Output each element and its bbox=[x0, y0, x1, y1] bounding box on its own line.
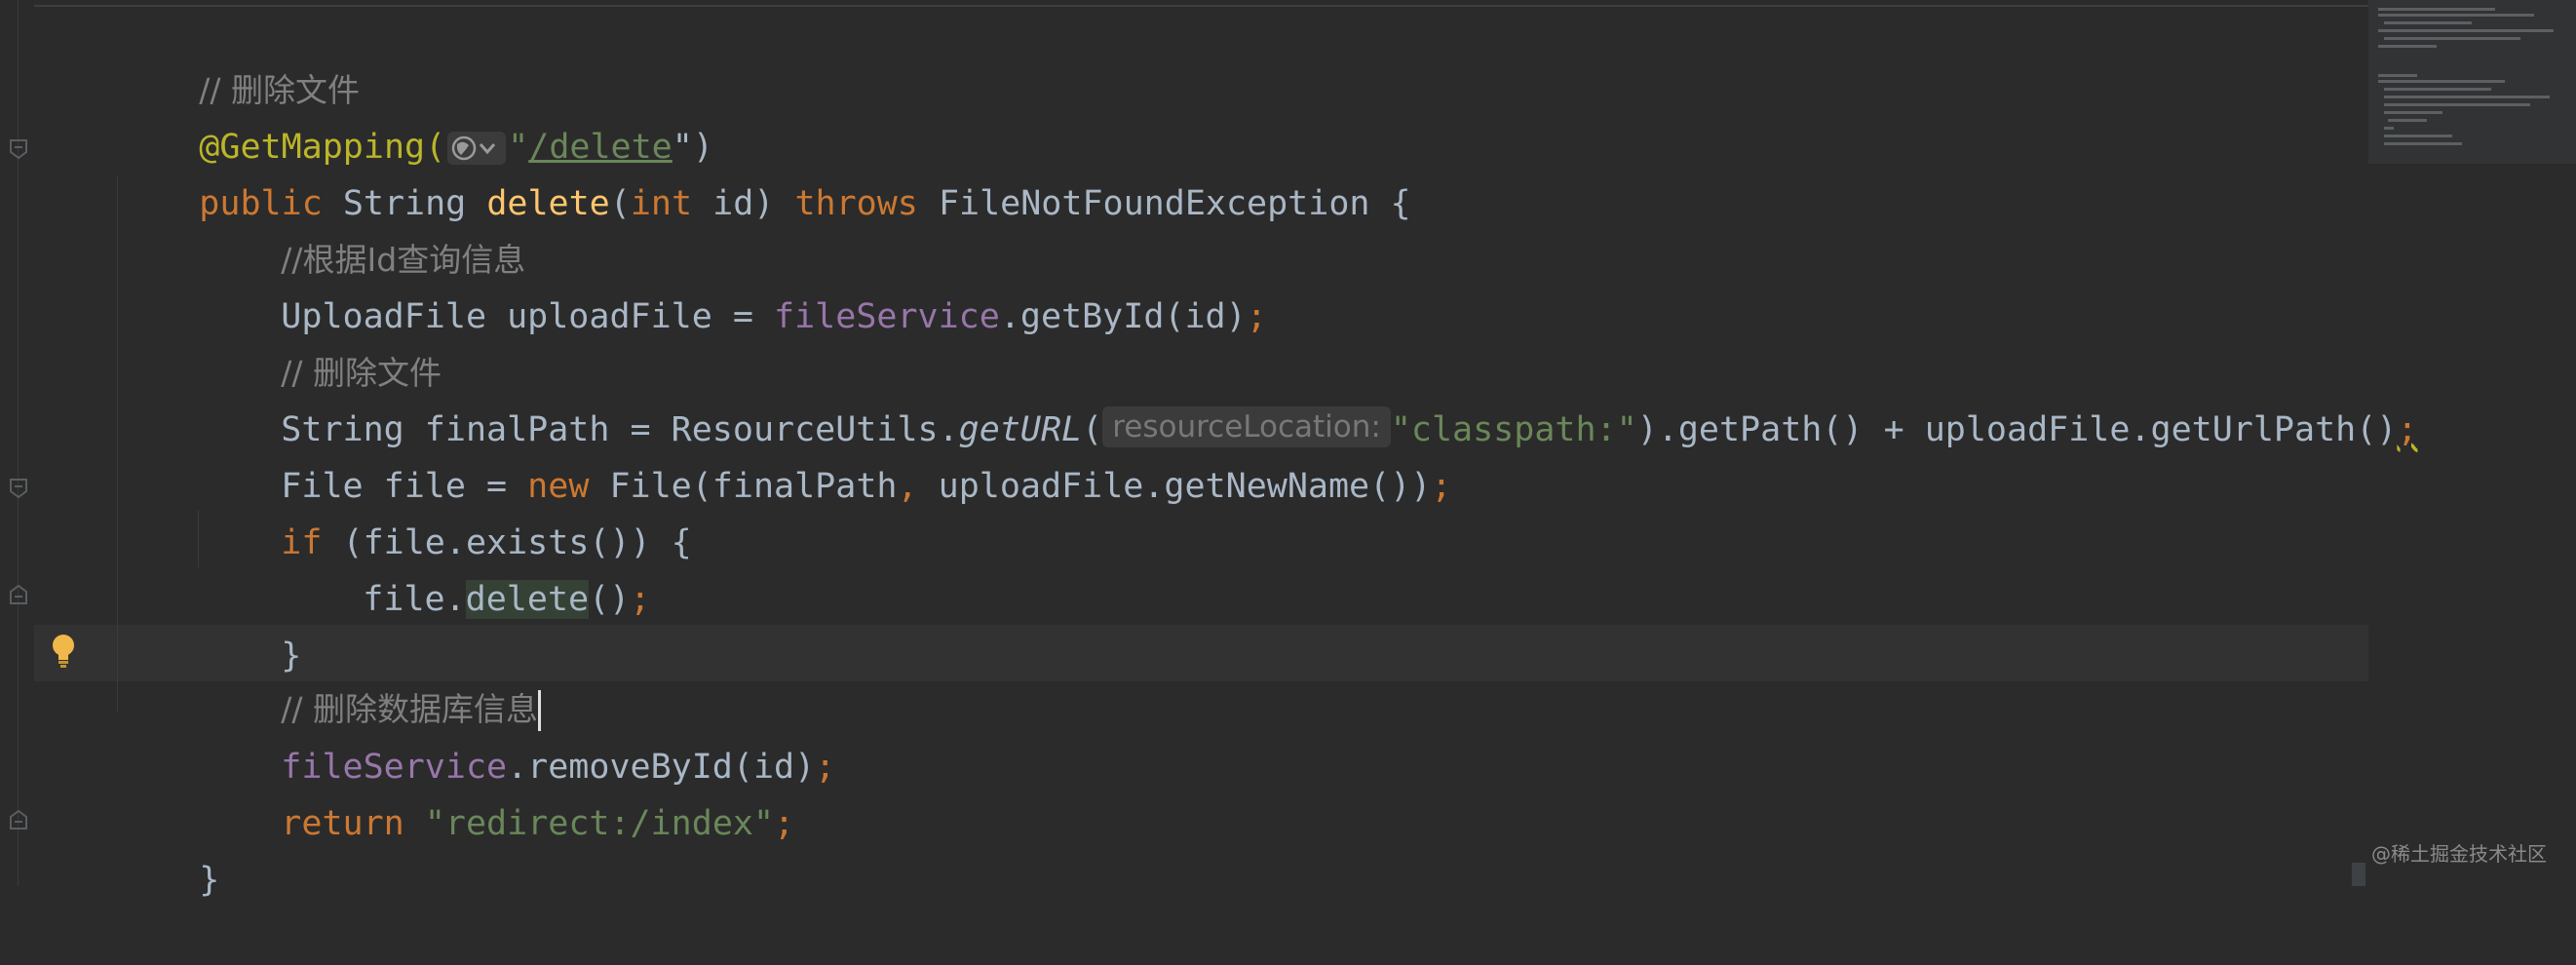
fold-marker-icon[interactable] bbox=[9, 809, 28, 830]
minimap-line bbox=[2378, 14, 2534, 17]
gutter-divider bbox=[18, 0, 19, 886]
minimap-line bbox=[2378, 45, 2437, 48]
code-editor[interactable]: // 删除文件 @GetMapping("/delete") public St… bbox=[0, 0, 2576, 900]
code-line-9[interactable]: if (file.exists()) { bbox=[199, 458, 691, 562]
highlighted-usage: delete bbox=[465, 580, 590, 619]
code-line-2[interactable]: @GetMapping("/delete") bbox=[117, 62, 713, 167]
editor-top-border bbox=[34, 5, 2368, 7]
minimap-line bbox=[2384, 88, 2491, 91]
code-line-4[interactable]: //根据Id查询信息 bbox=[199, 175, 525, 279]
minimap-line bbox=[2384, 37, 2520, 40]
minimap-line bbox=[2384, 142, 2462, 145]
minimap-line bbox=[2384, 21, 2472, 24]
code-line-7[interactable]: String finalPath = ResourceUtils.getURL(… bbox=[199, 345, 2417, 449]
fold-marker-icon[interactable] bbox=[9, 478, 28, 499]
minimap-line bbox=[2384, 127, 2394, 130]
code-line-5[interactable]: UploadFile uploadFile = fileService.getB… bbox=[199, 232, 1266, 336]
minimap-line bbox=[2384, 103, 2530, 106]
code-line-15[interactable]: } bbox=[117, 795, 219, 900]
code-line-1[interactable]: // 删除文件 bbox=[117, 6, 360, 109]
minimap-line bbox=[2378, 29, 2554, 32]
fold-marker-icon[interactable] bbox=[9, 138, 28, 160]
minimap-line bbox=[2378, 80, 2505, 83]
fold-marker-icon[interactable] bbox=[9, 584, 28, 605]
minimap-line bbox=[2384, 111, 2442, 114]
code-line-8[interactable]: File file = new File(finalPath, uploadFi… bbox=[199, 402, 1451, 506]
code-line-13[interactable]: fileService.removeById(id); bbox=[199, 682, 835, 787]
code-line-14[interactable]: return "redirect:/index"; bbox=[199, 739, 794, 843]
scrollbar-thumb[interactable] bbox=[2352, 863, 2365, 886]
code-line-10[interactable]: file.delete(); bbox=[281, 515, 650, 619]
minimap-line bbox=[2384, 96, 2550, 98]
minimap[interactable] bbox=[2368, 0, 2576, 164]
code-line-3[interactable]: public String delete(int id) throws File… bbox=[117, 119, 1410, 223]
minimap-line bbox=[2378, 74, 2417, 77]
code-line-11[interactable]: } bbox=[199, 571, 301, 676]
watermark: @稀土掘金技术社区 bbox=[2371, 842, 2547, 866]
minimap-line bbox=[2378, 8, 2495, 11]
minimap-line bbox=[2388, 119, 2427, 122]
code-line-12[interactable]: // 删除数据库信息 bbox=[199, 625, 542, 731]
minimap-line bbox=[2384, 135, 2452, 137]
code-line-6[interactable]: // 删除文件 bbox=[199, 289, 442, 392]
lightbulb-icon[interactable] bbox=[51, 634, 76, 669]
